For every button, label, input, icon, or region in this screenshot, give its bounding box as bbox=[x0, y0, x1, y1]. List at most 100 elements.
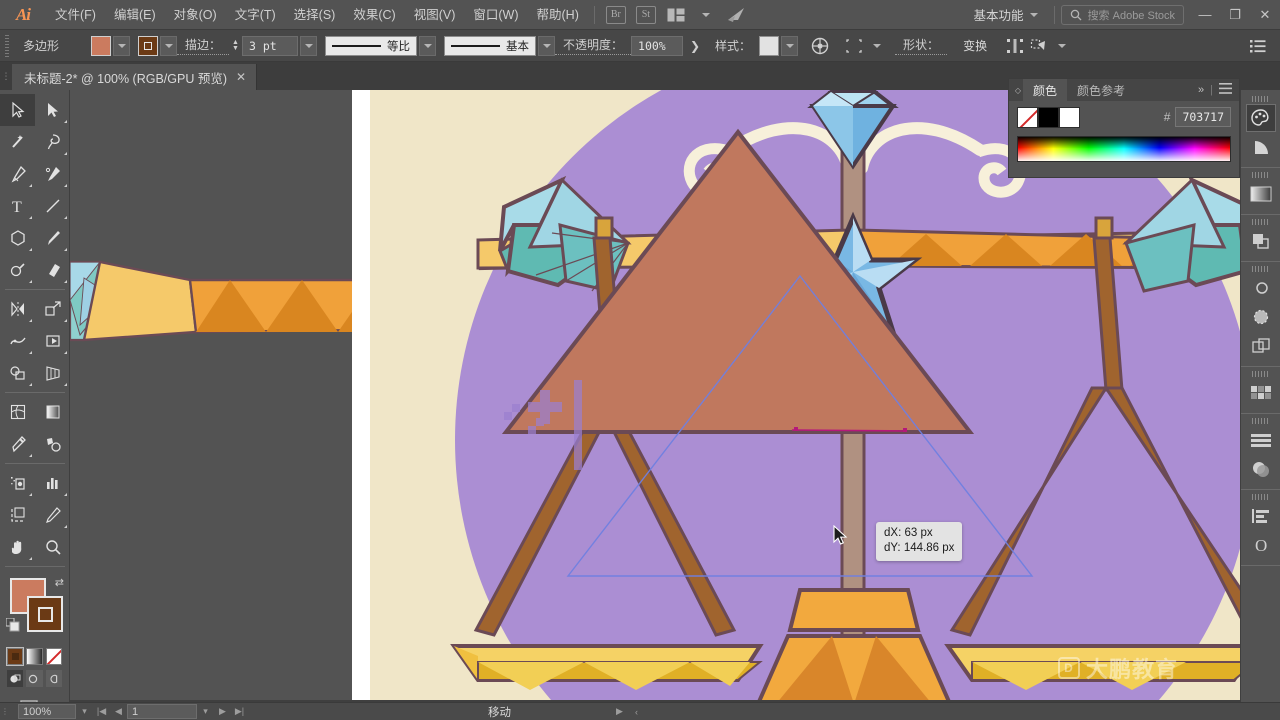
arrange-object-icon[interactable] bbox=[1027, 35, 1051, 57]
stroke-weight-input[interactable]: 3 pt bbox=[242, 35, 299, 56]
opacity-label[interactable]: 不透明度： bbox=[555, 36, 632, 55]
selection-tool[interactable] bbox=[0, 94, 35, 126]
black-swatch[interactable] bbox=[1038, 107, 1059, 128]
transparency-panel-icon[interactable] bbox=[1246, 227, 1276, 255]
fill-chevron-down-icon[interactable] bbox=[113, 35, 130, 56]
appearance-panel-icon[interactable] bbox=[1246, 455, 1276, 483]
dock-grip[interactable] bbox=[1251, 494, 1270, 500]
stroke-weight-label[interactable]: 描边： bbox=[177, 36, 230, 55]
canvas-area[interactable]: D 大鹏教育 dX: 63 px dY: 144.86 px bbox=[70, 90, 1280, 704]
arrange-chevron-icon[interactable] bbox=[1053, 36, 1070, 56]
menu-file[interactable]: 文件(F) bbox=[46, 0, 105, 30]
menu-window[interactable]: 窗口(W) bbox=[464, 0, 527, 30]
scale-tool[interactable] bbox=[35, 293, 70, 325]
stock-boat-icon[interactable] bbox=[723, 4, 749, 26]
zoom-level-input[interactable]: 100% bbox=[18, 704, 76, 719]
shape-builder-tool[interactable] bbox=[0, 357, 35, 389]
gradient-tool[interactable] bbox=[35, 396, 70, 428]
column-graph-tool[interactable] bbox=[35, 467, 70, 499]
align-icon[interactable] bbox=[1003, 35, 1027, 57]
prev-page-icon[interactable]: ◀ bbox=[110, 704, 127, 720]
free-transform-tool[interactable] bbox=[35, 325, 70, 357]
curvature-tool[interactable] bbox=[35, 158, 70, 190]
status-resize-icon[interactable]: ‹ bbox=[628, 704, 645, 720]
brush-definition-select[interactable]: 基本 bbox=[444, 35, 537, 56]
swatches-panel-icon[interactable] bbox=[1246, 379, 1276, 407]
stroke-weight-chevron-down-icon[interactable] bbox=[300, 35, 318, 56]
brushes-panel-icon[interactable] bbox=[1246, 303, 1276, 331]
libraries-panel-icon[interactable] bbox=[1246, 274, 1276, 302]
select-similar-objects-icon[interactable] bbox=[842, 35, 866, 57]
stroke-weight-stepper[interactable]: ▲ ▼ bbox=[229, 36, 242, 56]
fill-color-swatch[interactable] bbox=[91, 35, 111, 56]
line-segment-tool[interactable] bbox=[35, 190, 70, 222]
menu-type[interactable]: 文字(T) bbox=[226, 0, 285, 30]
none-swatch[interactable] bbox=[1017, 107, 1038, 128]
arrange-chevron-down-icon[interactable] bbox=[693, 4, 719, 26]
draw-normal-button[interactable] bbox=[7, 670, 24, 687]
panel-collapse-icon[interactable]: ◇ bbox=[1013, 79, 1023, 101]
dock-grip[interactable] bbox=[1251, 96, 1270, 102]
symbol-sprayer-tool[interactable] bbox=[0, 467, 35, 499]
draw-behind-button[interactable] bbox=[26, 670, 43, 687]
arrange-documents-icon[interactable] bbox=[663, 4, 689, 26]
width-tool[interactable] bbox=[0, 325, 35, 357]
color-panel[interactable]: ◇ 颜色 颜色参考 » | # 703717 bbox=[1008, 78, 1240, 178]
blend-tool[interactable] bbox=[35, 428, 70, 460]
workspace-switcher[interactable]: 基本功能 bbox=[964, 5, 1048, 24]
draw-inside-button[interactable] bbox=[45, 670, 62, 687]
polygon-tool[interactable] bbox=[0, 222, 35, 254]
color-guide-icon[interactable] bbox=[1246, 133, 1276, 161]
double-chevron-icon[interactable]: » bbox=[1198, 84, 1204, 96]
close-icon[interactable]: ✕ bbox=[236, 70, 246, 84]
stroke-color-swatch[interactable] bbox=[138, 35, 158, 56]
zoom-chevron-down-icon[interactable]: ▾ bbox=[76, 704, 93, 720]
direct-selection-tool[interactable] bbox=[35, 94, 70, 126]
symbols-panel-icon[interactable] bbox=[1246, 332, 1276, 360]
panel-menu-icon[interactable] bbox=[1219, 83, 1232, 97]
menu-select[interactable]: 选择(S) bbox=[285, 0, 345, 30]
document-tab[interactable]: 未标题-2* @ 100% (RGB/GPU 预览) ✕ bbox=[12, 64, 258, 90]
zoom-tool[interactable] bbox=[35, 531, 70, 563]
style-chevron-down-icon[interactable] bbox=[781, 35, 799, 56]
graphic-style-swatch[interactable] bbox=[759, 35, 780, 56]
dock-grip[interactable] bbox=[1251, 172, 1270, 178]
stroke-profile-chevron-down-icon[interactable] bbox=[419, 35, 437, 56]
page-chevron-down-icon[interactable]: ▾ bbox=[197, 704, 214, 720]
control-bar-grip[interactable] bbox=[2, 34, 12, 57]
stroke-profile-select[interactable]: 等比 bbox=[325, 35, 418, 56]
mesh-tool[interactable] bbox=[0, 396, 35, 428]
white-swatch[interactable] bbox=[1059, 107, 1080, 128]
type-tool[interactable]: T bbox=[0, 190, 35, 222]
menu-edit[interactable]: 编辑(E) bbox=[105, 0, 165, 30]
lasso-tool[interactable] bbox=[35, 126, 70, 158]
character-panel-icon[interactable]: O bbox=[1246, 531, 1276, 559]
menu-help[interactable]: 帮助(H) bbox=[528, 0, 588, 30]
dock-grip[interactable] bbox=[1251, 371, 1270, 377]
eyedropper-tool[interactable] bbox=[0, 428, 35, 460]
hand-tool[interactable] bbox=[0, 531, 35, 563]
none-mode-button[interactable] bbox=[45, 648, 62, 665]
stock-button[interactable]: St bbox=[633, 4, 659, 26]
hex-input[interactable]: 703717 bbox=[1175, 107, 1231, 127]
artboard-number-input[interactable]: 1 bbox=[127, 704, 197, 719]
paintbrush-tool[interactable] bbox=[35, 222, 70, 254]
tab-color-guide[interactable]: 颜色参考 bbox=[1067, 79, 1135, 101]
tab-color[interactable]: 颜色 bbox=[1023, 79, 1068, 101]
paragraph-panel-icon[interactable] bbox=[1246, 502, 1276, 530]
last-page-icon[interactable]: ▶| bbox=[231, 704, 248, 720]
control-bar-options-icon[interactable] bbox=[1246, 35, 1270, 57]
minimize-button[interactable]: — bbox=[1190, 0, 1220, 30]
recolor-artwork-icon[interactable] bbox=[808, 35, 832, 57]
dock-grip[interactable] bbox=[1251, 418, 1270, 424]
brush-chevron-down-icon[interactable] bbox=[538, 35, 556, 56]
menu-effect[interactable]: 效果(C) bbox=[344, 0, 404, 30]
gradient-panel-icon[interactable] bbox=[1246, 180, 1276, 208]
shape-label[interactable]: 形状： bbox=[895, 36, 948, 55]
color-panel-icon[interactable] bbox=[1245, 104, 1276, 132]
status-menu-icon[interactable]: ▶ bbox=[611, 704, 628, 720]
menu-object[interactable]: 对象(O) bbox=[165, 0, 226, 30]
align-panel-icon[interactable] bbox=[1246, 426, 1276, 454]
swap-fill-stroke-icon[interactable]: ⇄ bbox=[55, 576, 64, 589]
adobe-stock-search[interactable]: 搜索 Adobe Stock bbox=[1060, 4, 1184, 25]
